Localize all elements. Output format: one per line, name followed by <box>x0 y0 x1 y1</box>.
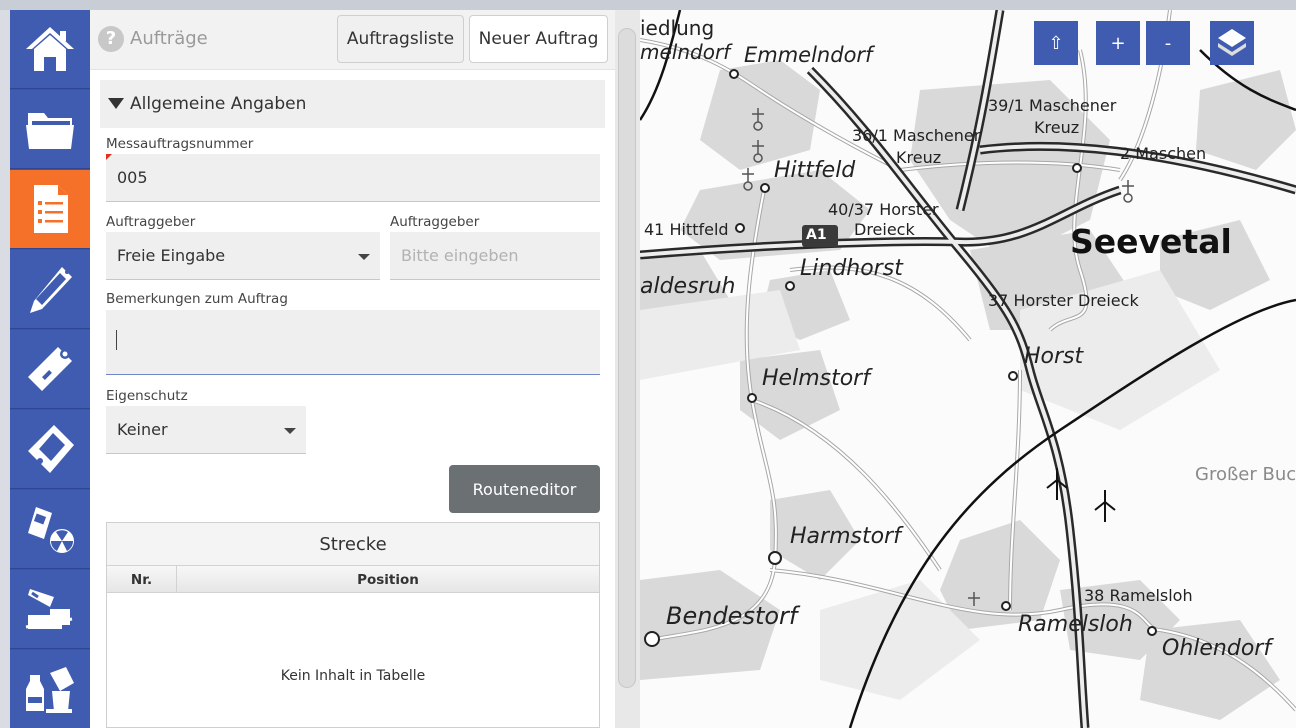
clipboard-list-icon <box>34 185 68 233</box>
client-text-label: Auftraggeber <box>390 214 480 230</box>
motorway-badge: A1 <box>806 227 827 243</box>
nav-wand-button[interactable] <box>10 330 90 409</box>
map-label: 41 Hittfeld <box>644 220 729 239</box>
column-header-nr[interactable]: Nr. <box>107 566 177 593</box>
home-icon <box>26 27 74 71</box>
nav-orders-button[interactable] <box>10 170 90 249</box>
nav-meter-button[interactable] <box>10 410 90 489</box>
collapse-triangle-icon <box>108 98 124 109</box>
route-table-header: Nr. Position <box>107 565 599 593</box>
zoom-out-button[interactable]: - <box>1146 21 1190 65</box>
route-editor-button[interactable]: Routeneditor <box>449 465 600 513</box>
map-label: Ramelsloh <box>1018 612 1133 637</box>
route-table: Strecke Nr. Position Kein Inhalt in Tabe… <box>106 522 600 728</box>
panel-title: Aufträge <box>130 28 208 49</box>
radiation-device-icon <box>28 507 74 553</box>
general-info-section-header[interactable]: Allgemeine Angaben <box>100 80 605 128</box>
client-text-input[interactable]: Bitte eingeben <box>390 232 600 280</box>
map-label: Kreuz <box>1034 118 1080 137</box>
map-label: 37 Horster Dreieck <box>988 291 1139 310</box>
map-label: 40/37 Horster <box>828 200 939 219</box>
map-label: Seevetal <box>1070 222 1232 261</box>
order-number-label: Messauftragsnummer <box>106 136 254 152</box>
required-marker <box>106 154 112 160</box>
nav-lab-button[interactable] <box>10 650 90 728</box>
scrollbar-thumb[interactable] <box>618 28 636 688</box>
new-order-button[interactable]: Neuer Auftrag <box>469 15 608 63</box>
layers-icon <box>1218 29 1246 56</box>
client-select[interactable]: Freie Eingabe <box>106 232 380 280</box>
map-label: Hittfeld <box>774 158 856 183</box>
remarks-label: Bemerkungen zum Auftrag <box>106 291 288 307</box>
map-label: Bendestorf <box>666 602 798 630</box>
wind-sampling-icon <box>25 589 73 629</box>
top-strip <box>0 0 1296 10</box>
map-label: Kreuz <box>896 148 942 167</box>
map-view[interactable]: iedlung melndorf Emmelndorf 39/1 Maschen… <box>640 10 1296 728</box>
map-label: 39/1 Maschener <box>988 96 1117 115</box>
app-window: ? Aufträge Auftragsliste Neuer Auftrag A… <box>0 0 1296 728</box>
panel-scrollbar[interactable] <box>615 10 640 728</box>
route-table-title: Strecke <box>107 523 599 565</box>
orders-panel: ? Aufträge Auftragsliste Neuer Auftrag A… <box>90 10 615 728</box>
map-label: Dreieck <box>854 220 915 239</box>
folder-icon <box>26 113 74 149</box>
map-label: melndorf <box>640 40 731 64</box>
map-label: aldesruh <box>640 274 736 299</box>
nav-wind-button[interactable] <box>10 570 90 649</box>
icon-navigation-bar <box>10 10 90 728</box>
map-label: Lindhorst <box>800 256 903 281</box>
map-label: Harmstorf <box>790 524 901 549</box>
north-button[interactable]: ⇧ <box>1034 21 1078 65</box>
nav-probe-button[interactable] <box>10 250 90 329</box>
column-header-position[interactable]: Position <box>177 566 599 593</box>
nav-home-button[interactable] <box>10 10 90 89</box>
lab-sample-icon <box>26 667 74 713</box>
order-list-button[interactable]: Auftragsliste <box>337 15 464 63</box>
map-label: 36/1 Maschener <box>852 126 981 145</box>
map-label: Großer Buch <box>1195 464 1296 485</box>
measuring-wand-icon <box>28 347 72 391</box>
self-protection-label: Eigenschutz <box>106 388 188 404</box>
self-protection-select[interactable]: Keiner <box>106 406 306 454</box>
map-label: Emmelndorf <box>744 43 873 67</box>
map-label: Ohlendorf <box>1162 636 1272 661</box>
remarks-textarea[interactable] <box>106 310 600 375</box>
text-cursor <box>116 330 117 350</box>
client-dropdown-caret-icon[interactable] <box>358 254 370 260</box>
nav-folder-button[interactable] <box>10 90 90 169</box>
layers-button[interactable] <box>1210 21 1254 65</box>
probe-pen-icon <box>30 267 72 313</box>
map-label: Helmstorf <box>762 366 870 391</box>
self-protection-caret-icon[interactable] <box>284 428 296 434</box>
client-select-value: Freie Eingabe <box>117 246 226 265</box>
client-select-label: Auftraggeber <box>106 214 196 230</box>
map-label: 2 Maschen <box>1120 144 1207 163</box>
table-empty-message: Kein Inhalt in Tabelle <box>280 668 426 684</box>
panel-header: ? Aufträge Auftragsliste Neuer Auftrag <box>90 10 615 70</box>
map-label: Horst <box>1024 344 1084 369</box>
zoom-in-button[interactable]: + <box>1096 21 1140 65</box>
help-icon[interactable]: ? <box>98 26 124 52</box>
self-protection-value: Keiner <box>117 420 168 439</box>
section-title: Allgemeine Angaben <box>130 94 307 114</box>
order-number-field[interactable]: 005 <box>106 154 600 202</box>
handheld-meter-icon <box>28 425 74 473</box>
map-label: iedlung <box>640 16 715 40</box>
nav-radiation-button[interactable] <box>10 490 90 569</box>
map-label: 38 Ramelsloh <box>1084 586 1193 605</box>
